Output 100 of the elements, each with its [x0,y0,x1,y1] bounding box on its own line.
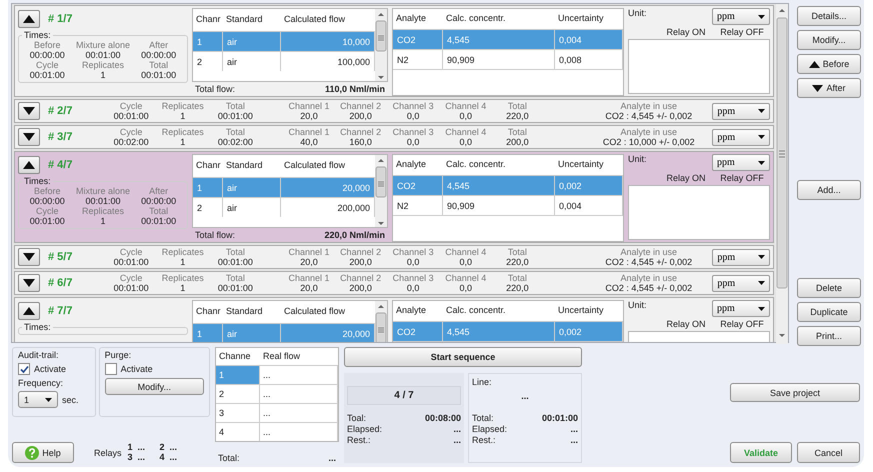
column-header: Chanr [195,307,222,317]
table-row[interactable]: N2 90,909 0,004 [393,196,623,216]
column-header: Chanr [195,161,222,171]
unit-dropdown[interactable]: ppm [712,8,770,25]
field-value: 20,0 [300,257,318,267]
sequence-row[interactable]: # 3/7 Cycle 00:02:00 Replicates 1 Total 00:02:00 Channel 1 40,0 Channel 2 160,0 Channel 3 0,0 Channel 4 0,0 Total 200,0 Analyte in use CO2 : 10,000 +/- 0,002 ppm [14,125,774,149]
frequency-label: Frequency: [18,378,64,388]
field-label: Total [226,127,245,137]
column-header: Uncertainty [557,306,605,316]
side-button[interactable]: Print... [797,326,861,346]
triangle-up-icon [23,307,35,315]
info-label: Toal: [347,413,368,423]
modify-button[interactable]: Modify... [104,378,204,395]
field-value: 0,0 [460,137,472,147]
table-row[interactable]: 2 air 200,000 [193,197,375,217]
toggle-button[interactable] [18,302,40,320]
unit-dropdown[interactable]: ppm [712,102,770,120]
table-cell: 0,004 [555,196,623,215]
scrollbar[interactable] [375,155,387,227]
field-value: 0,0 [460,111,472,121]
checkbox[interactable] [18,363,30,375]
table-cell[interactable]: 2 [216,385,260,403]
sequence-row[interactable]: # 6/7 Cycle 00:01:00 Replicates 1 Total 00:01:00 Channel 1 20,0 Channel 2 200,0 Channel 3 0,0 Channel 4 0,0 Total 220,0 Analyte in use CO2 : 4,545 +/- 0,002 ppm [14,271,774,295]
help-button[interactable]: Help [12,442,74,463]
side-button[interactable]: Details... [797,6,861,26]
table-cell[interactable]: 3 [216,404,260,422]
total-label: Total flow: [195,230,236,240]
toggle-button[interactable] [18,274,40,292]
start-sequence-button[interactable]: Start sequence [344,347,582,367]
field-value: 00:01:00 [85,196,121,206]
field-value: 00:01:00 [30,216,65,226]
field-label: Total [149,206,168,216]
relay-number: 2 [160,442,166,452]
column-header: Standard [225,15,264,25]
save-project-button[interactable]: Save project [730,383,860,402]
unit-dropdown[interactable]: ppm [712,128,770,146]
cancel-button[interactable]: Cancel [797,442,860,463]
field-value: CO2 : 10,000 +/- 0,002 [602,137,695,147]
table-cell: air [223,324,281,342]
checkbox[interactable] [104,363,117,375]
side-button[interactable]: Delete [797,278,861,298]
column-header: Standard [225,307,264,317]
table-row[interactable]: N2 90,909 0,008 [393,50,623,70]
line-value: ... [520,391,530,401]
field-value: 00:01:00 [114,257,149,267]
step-number: # 4/7 [48,159,72,171]
side-button[interactable]: Before [797,54,861,74]
field-value: 1 [180,257,186,267]
table-cell[interactable]: 4 [216,423,260,441]
toggle-button[interactable] [18,248,40,266]
toggle-button[interactable] [18,128,40,146]
sequence-row[interactable]: # 5/7 Cycle 00:01:00 Replicates 1 Total 00:01:00 Channel 1 20,0 Channel 2 200,0 Channel 3 0,0 Channel 4 0,0 Total 220,0 Analyte in use CO2 : 4,545 +/- 0,002 ppm [14,245,774,269]
table-row[interactable]: 2 air 100,000 [193,51,375,71]
sequence-row[interactable] [14,5,774,97]
step-number: # 3/7 [48,131,72,143]
field-label: Replicates [82,60,124,70]
unit-dropdown[interactable]: ppm [712,248,770,266]
triangle-down-icon [23,133,35,141]
scrollbar[interactable] [776,4,788,344]
field-value: 200,0 [506,137,529,147]
info-value: 00:08:00 [424,413,461,423]
scrollbar[interactable] [375,9,387,81]
field-value: CO2 : 4,545 +/- 0,002 [605,283,692,293]
table-cell: 4,545 [443,322,555,341]
field-value: 00:00:00 [30,50,65,60]
unit-label: Unit: [628,8,647,18]
column-header: Relay OFF [719,27,765,37]
unit-dropdown[interactable]: ppm [712,274,770,292]
field-label: Replicates [162,247,204,257]
field-value: 200,0 [349,283,372,293]
unit-dropdown[interactable]: ppm [712,154,770,171]
toggle-button[interactable] [18,102,40,120]
unit-dropdown[interactable]: ppm [712,300,770,317]
sequence-row[interactable] [14,151,774,243]
field-value: 40,0 [300,137,318,147]
table-cell: ... [260,404,338,422]
info-label: Rest.: [472,435,497,445]
column-header: Calc. concentr. [445,306,507,316]
field-value: 00:01:00 [30,70,65,80]
field-value: 00:01:00 [114,111,149,121]
field-value: 00:00:00 [141,196,176,206]
sequence-row[interactable]: # 7/7 Times: Chanr Standard Calculated flow 1 air 20,000 Analyte Calc. concentr. Uncertainty CO2 4,545 0,002 Unit: ppm Relay ON Relay OFF [14,297,774,342]
sequence-row[interactable]: # 2/7 Cycle 00:01:00 Replicates 1 Total 00:01:00 Channel 1 20,0 Channel 2 200,0 Channel 3 0,0 Channel 4 0,0 Total 220,0 Analyte in use CO2 : 4,545 +/- 0,002 ppm [14,99,774,123]
side-button[interactable]: Modify... [797,30,861,50]
column-header: Analyte [395,160,428,170]
side-button[interactable]: After [797,78,861,98]
side-button[interactable]: Duplicate [797,302,861,322]
field-label: Cycle [120,127,142,137]
frequency-dropdown[interactable]: 1 [18,391,58,408]
table-cell: CO2 [393,322,443,341]
side-button[interactable]: Add... [797,180,861,200]
group-title: Audit-trail: [18,350,60,360]
column-header: Relay ON [665,319,706,329]
relay-number: 3 [128,452,134,462]
field-label: Channel 4 [445,127,486,137]
toggle-button[interactable] [18,10,40,28]
triangle-down-icon [23,253,35,261]
field-value: 200,0 [349,111,372,121]
info-label: Elapsed: [472,424,508,434]
toggle-button[interactable] [18,156,40,174]
